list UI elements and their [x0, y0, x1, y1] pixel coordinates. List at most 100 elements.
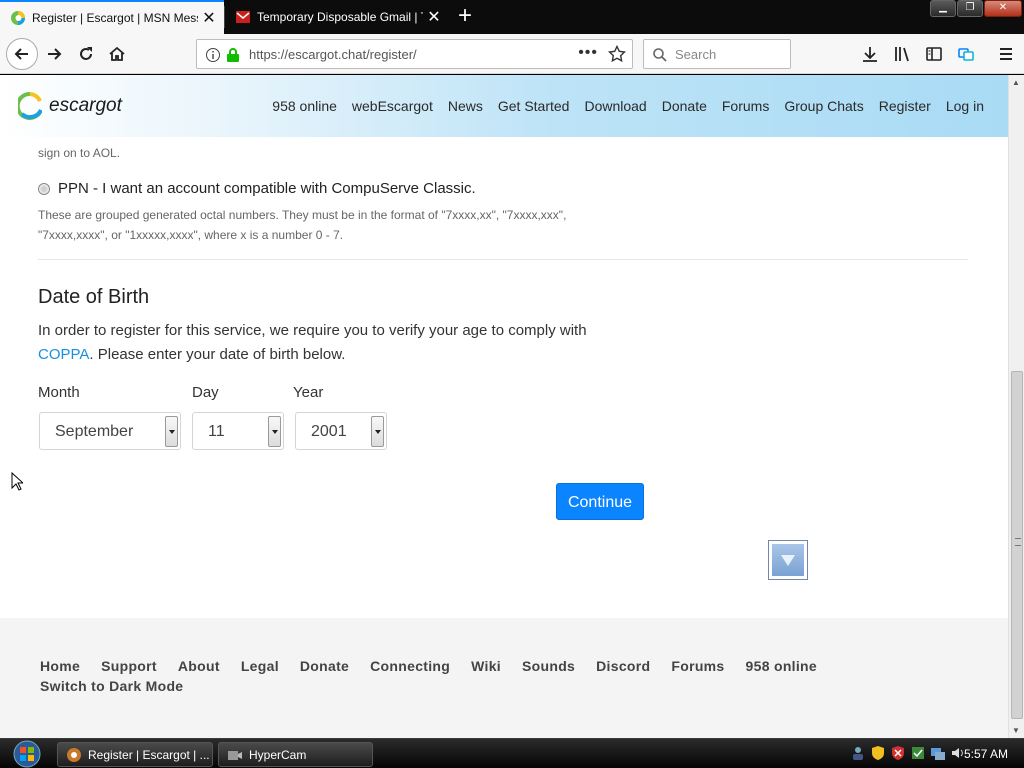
window-controls: ▁ ❐ ✕: [930, 0, 1022, 17]
arrow-down-icon: [772, 544, 804, 576]
home-button[interactable]: [103, 40, 131, 68]
info-icon[interactable]: [205, 47, 221, 63]
forward-button[interactable]: [40, 40, 68, 68]
shield-icon[interactable]: [870, 745, 886, 761]
reload-button[interactable]: [72, 40, 100, 68]
maximize-button[interactable]: ❐: [957, 0, 983, 17]
new-tab-button[interactable]: +: [452, 4, 478, 30]
nav-webescargot[interactable]: webEscargot: [352, 98, 433, 114]
lock-icon: [227, 48, 239, 62]
section-divider: [38, 259, 968, 260]
address-bar[interactable]: https://escargot.chat/register/ •••: [196, 39, 633, 69]
search-icon: [653, 48, 667, 62]
nav-register[interactable]: Register: [879, 98, 931, 114]
scroll-down-arrow-icon[interactable]: ▼: [1012, 726, 1020, 735]
year-select[interactable]: 2001: [295, 412, 387, 450]
reload-icon: [80, 47, 92, 60]
escargot-logo-icon: [18, 92, 42, 120]
minimize-button[interactable]: ▁: [930, 0, 956, 17]
footer-wiki[interactable]: Wiki: [471, 658, 501, 674]
site-logo[interactable]: escargot: [18, 92, 122, 120]
nav-get-started[interactable]: Get Started: [498, 98, 570, 114]
footer-support[interactable]: Support: [101, 658, 157, 674]
system-clock[interactable]: 5:57 AM: [964, 747, 1008, 761]
footer-discord[interactable]: Discord: [596, 658, 650, 674]
scroll-down-button[interactable]: [768, 540, 808, 580]
home-icon: [109, 46, 125, 61]
page-scrollbar[interactable]: ▲ ▼: [1008, 75, 1024, 738]
taskbar-item-label: Register | Escargot | ...: [88, 747, 210, 762]
taskbar-item-hypercam[interactable]: HyperCam: [218, 742, 373, 767]
sync-icon[interactable]: [957, 45, 975, 63]
hypercam-icon: [228, 750, 242, 760]
footer-links: Home Support About Legal Donate Connecti…: [40, 658, 840, 694]
nav-forums[interactable]: Forums: [722, 98, 769, 114]
site-header: escargot 958 online webEscargot News Get…: [0, 75, 1008, 137]
scrollbar-thumb[interactable]: [1011, 371, 1023, 719]
month-value: September: [55, 423, 134, 440]
footer-forums[interactable]: Forums: [671, 658, 724, 674]
back-button[interactable]: [6, 38, 38, 70]
coppa-link[interactable]: COPPA: [38, 346, 89, 363]
ppn-label: PPN - I want an account compatible with …: [58, 180, 476, 197]
ppn-option[interactable]: PPN - I want an account compatible with …: [38, 180, 476, 197]
chevron-down-icon[interactable]: [371, 416, 384, 447]
year-value: 2001: [311, 423, 347, 440]
day-label: Day: [192, 384, 219, 401]
dob-text-before: In order to register for this service, w…: [38, 322, 587, 339]
users-icon[interactable]: [850, 745, 866, 761]
footer-donate[interactable]: Donate: [300, 658, 349, 674]
nav-group-chats[interactable]: Group Chats: [784, 98, 863, 114]
year-label: Year: [293, 384, 324, 401]
footer-sounds[interactable]: Sounds: [522, 658, 575, 674]
ppn-radio[interactable]: [38, 182, 50, 195]
footer-about[interactable]: About: [178, 658, 220, 674]
nav-news[interactable]: News: [448, 98, 483, 114]
nav-download[interactable]: Download: [584, 98, 646, 114]
sidebar-icon[interactable]: [925, 45, 943, 63]
tab-register[interactable]: Register | Escargot | MSN Messen ✕: [0, 0, 224, 34]
continue-button[interactable]: Continue: [556, 483, 644, 520]
update-icon[interactable]: [910, 745, 926, 761]
library-icon[interactable]: [893, 45, 911, 63]
close-tab-icon[interactable]: ✕: [423, 7, 445, 27]
bookmark-star-icon[interactable]: [608, 45, 626, 63]
dob-text-after: . Please enter your date of birth below.: [89, 346, 346, 363]
chevron-down-icon[interactable]: [268, 416, 281, 447]
footer-legal[interactable]: Legal: [241, 658, 279, 674]
close-tab-icon[interactable]: ✕: [198, 8, 220, 28]
footer-connecting[interactable]: Connecting: [370, 658, 450, 674]
browser-icon: [67, 747, 81, 762]
url-text: https://escargot.chat/register/: [249, 47, 417, 62]
search-placeholder: Search: [675, 47, 717, 62]
tab-title: Register | Escargot | MSN Messen: [32, 11, 198, 25]
footer-home[interactable]: Home: [40, 658, 80, 674]
windows-taskbar: Register | Escargot | ... HyperCam 5:57 …: [0, 738, 1024, 768]
day-value: 11: [208, 423, 225, 440]
download-icon[interactable]: [861, 45, 879, 63]
security-alert-icon[interactable]: [890, 745, 906, 761]
footer-dark-mode-toggle[interactable]: Switch to Dark Mode: [40, 678, 183, 694]
menu-icon[interactable]: [997, 45, 1015, 63]
scroll-up-arrow-icon[interactable]: ▲: [1012, 78, 1020, 87]
taskbar-item-label: HyperCam: [249, 747, 307, 762]
tab-temp-gmail[interactable]: Temporary Disposable Gmail | Tem ✕: [225, 0, 449, 34]
chevron-down-icon[interactable]: [165, 416, 178, 447]
nav-online-count[interactable]: 958 online: [272, 98, 337, 114]
day-select[interactable]: 11: [192, 412, 284, 450]
month-select[interactable]: September: [39, 412, 181, 450]
close-window-button[interactable]: ✕: [984, 0, 1022, 17]
taskbar-item-browser[interactable]: Register | Escargot | ...: [57, 742, 213, 767]
network-icon[interactable]: [930, 745, 946, 761]
dob-description: In order to register for this service, w…: [38, 319, 618, 367]
nav-donate[interactable]: Donate: [662, 98, 707, 114]
nav-login[interactable]: Log in: [946, 98, 984, 114]
start-button-icon[interactable]: [8, 739, 46, 768]
page-actions-icon[interactable]: •••: [578, 44, 598, 62]
arrow-right-icon: [48, 48, 62, 60]
search-bar[interactable]: Search: [643, 39, 791, 69]
tab-strip: Register | Escargot | MSN Messen ✕ Tempo…: [0, 0, 1024, 34]
footer-online-count[interactable]: 958 online: [746, 658, 817, 674]
dob-heading: Date of Birth: [38, 286, 150, 308]
page-viewport: escargot 958 online webEscargot News Get…: [0, 75, 1008, 738]
